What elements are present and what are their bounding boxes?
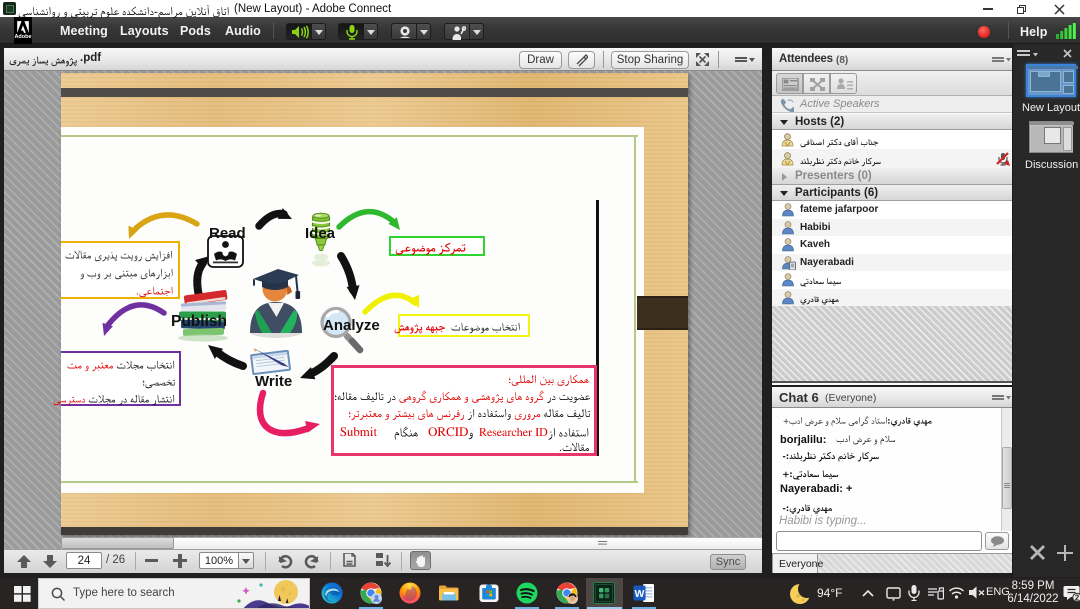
svg-text:W: W	[635, 588, 645, 600]
svg-text:2: 2	[1075, 594, 1080, 603]
